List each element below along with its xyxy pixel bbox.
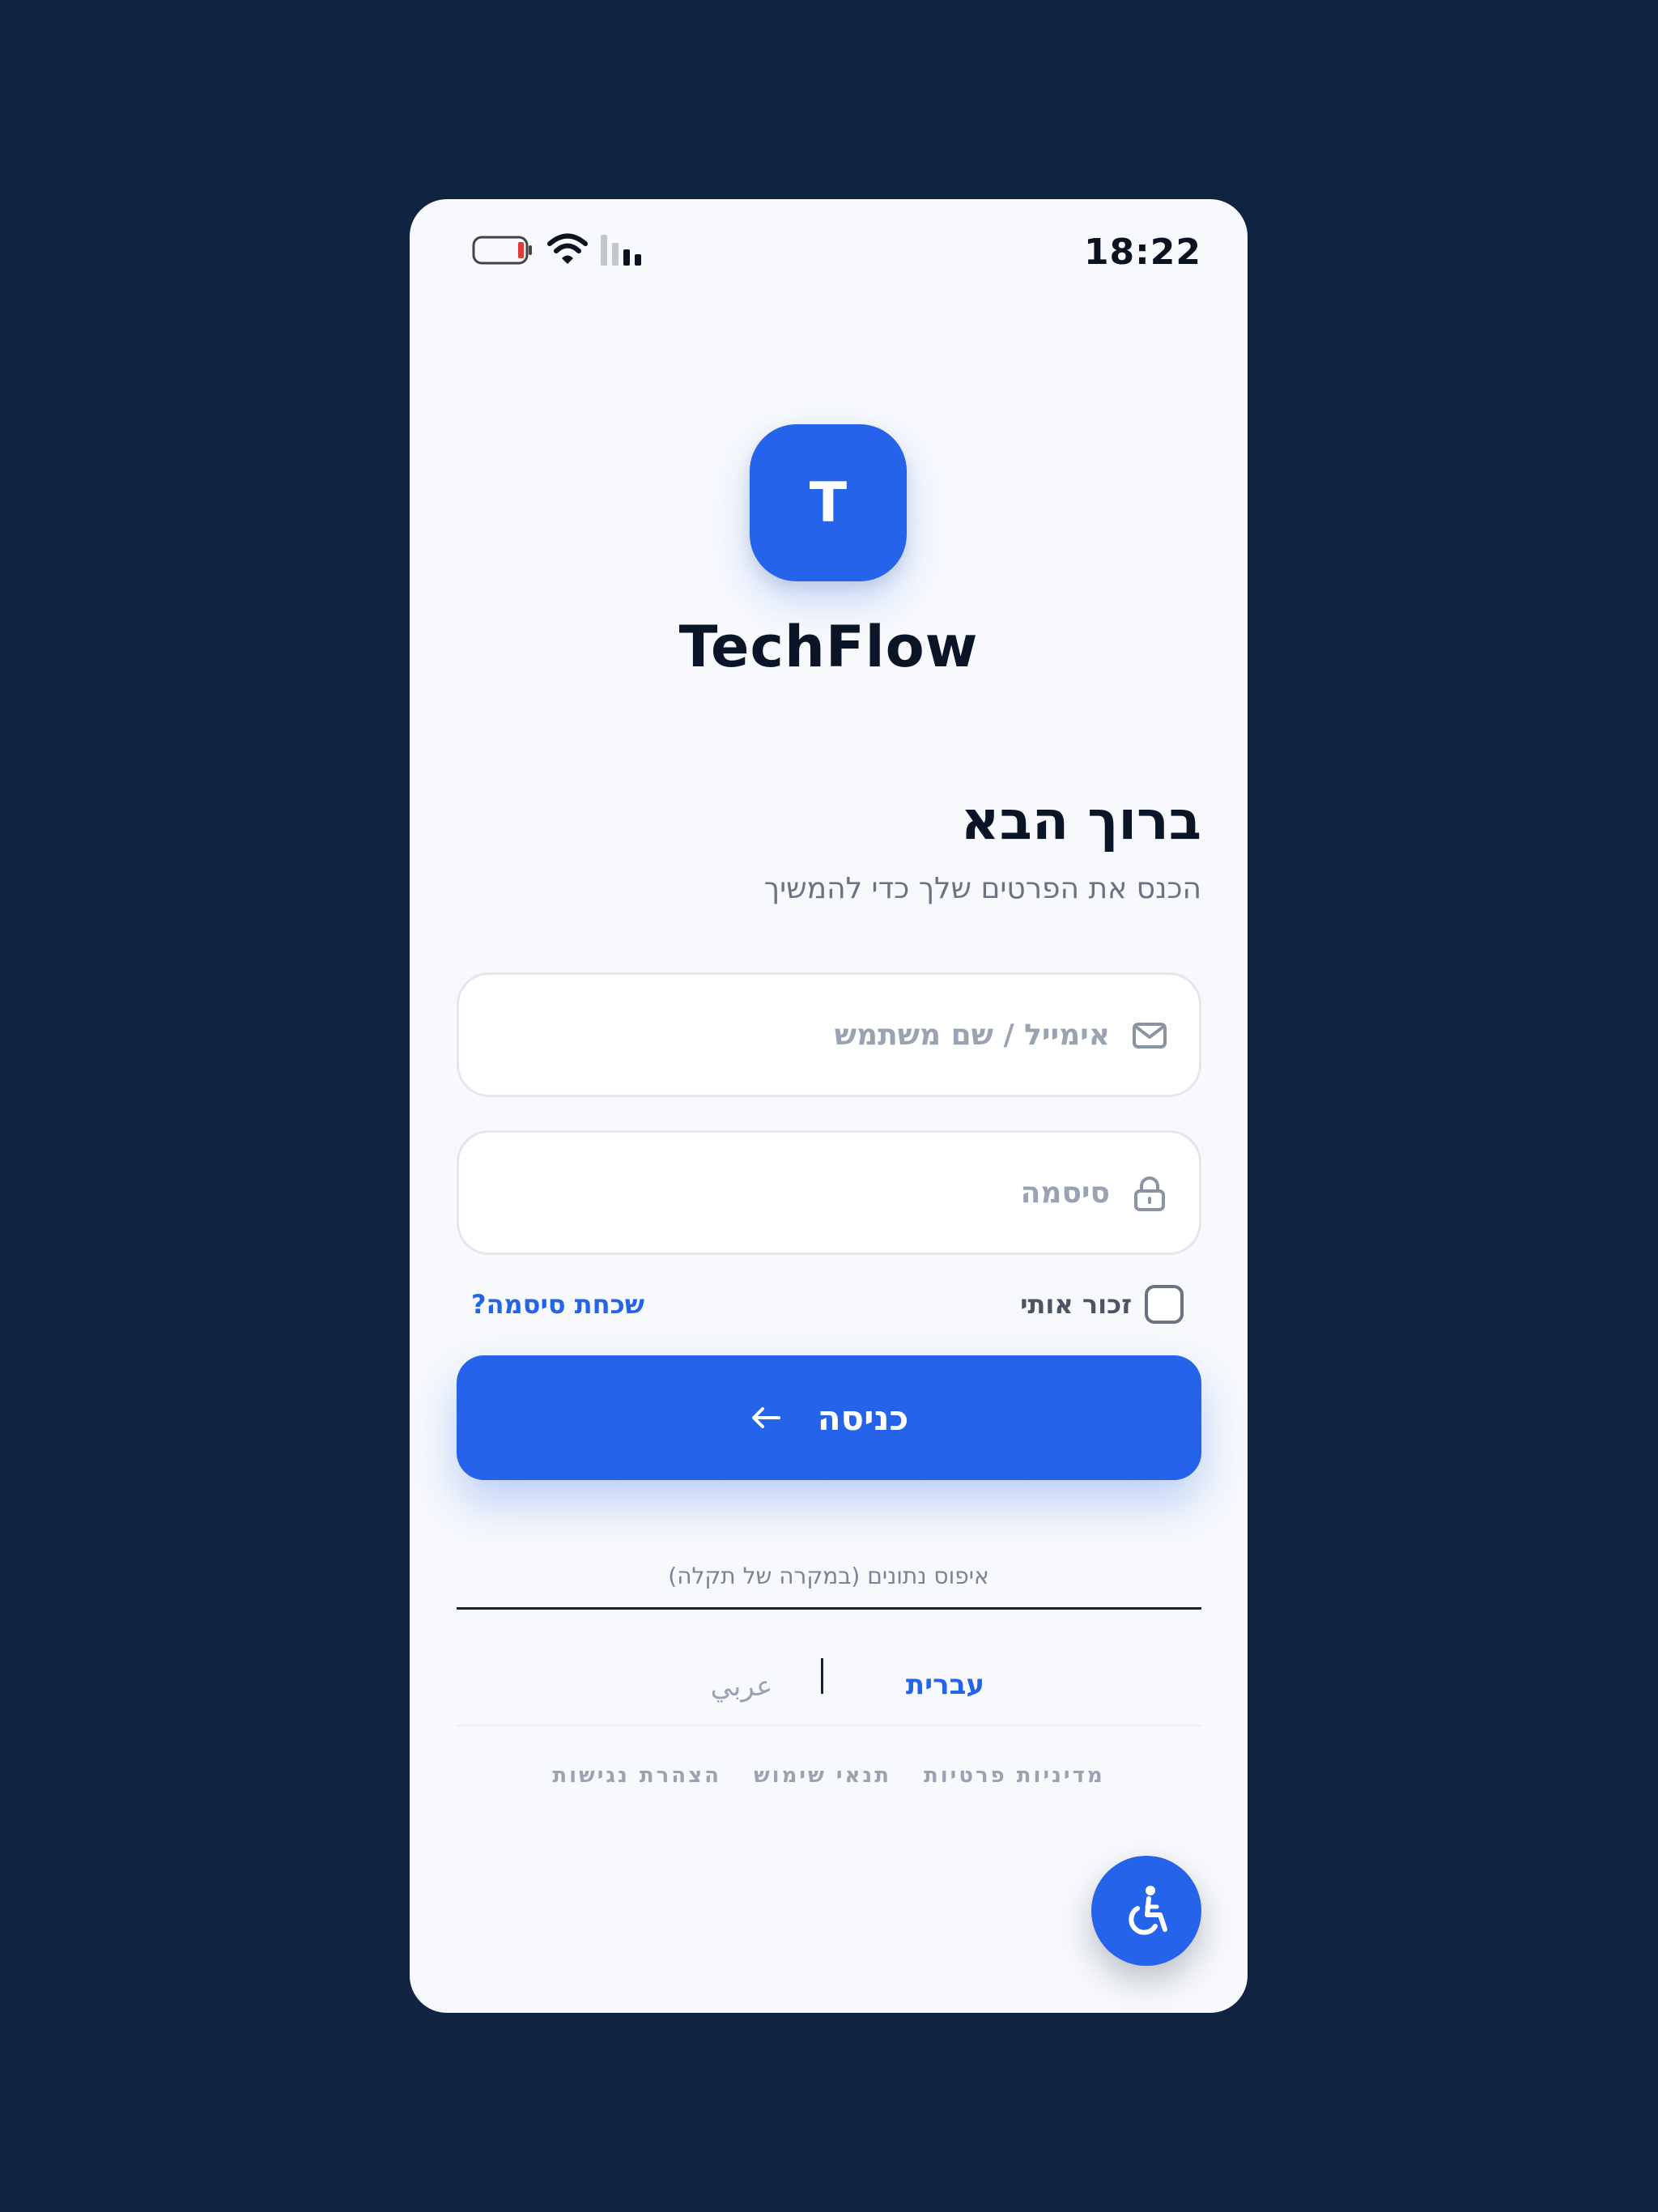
- divider: [457, 1725, 1201, 1726]
- remember-me-label[interactable]: זכור אותי: [928, 1284, 1132, 1325]
- password-input[interactable]: [478, 1133, 1110, 1253]
- wifi-icon: [547, 233, 588, 264]
- forgot-password-link[interactable]: שכחת סיסמה?: [471, 1284, 730, 1325]
- login-button[interactable]: כניסה: [457, 1355, 1201, 1480]
- welcome-subtitle: הכנס את הפרטים שלך כדי להמשיך: [763, 872, 1201, 905]
- footer-links: מדיניות פרטיות תנאי שימוש הצהרת נגישות: [410, 1755, 1248, 1796]
- app-name: TechFlow: [678, 614, 979, 680]
- email-field: [457, 972, 1201, 1097]
- email-input[interactable]: [478, 975, 1110, 1095]
- terms-of-use-link[interactable]: תנאי שימוש: [754, 1755, 891, 1796]
- language-hebrew[interactable]: עברית: [839, 1657, 984, 1713]
- lock-icon: [1134, 1176, 1165, 1211]
- password-field: [457, 1130, 1201, 1255]
- privacy-policy-link[interactable]: מדיניות פרטיות: [924, 1755, 1105, 1796]
- language-separator: [821, 1658, 823, 1694]
- wheelchair-icon: [1129, 1886, 1167, 1935]
- login-screen: 18:22 T TechFlow ברוך הבא הכנס את הפרטים…: [410, 199, 1248, 2013]
- language-arabic[interactable]: عربي: [677, 1658, 806, 1715]
- divider: [457, 1607, 1201, 1610]
- accessibility-button[interactable]: [1091, 1856, 1201, 1966]
- reset-data-link[interactable]: איפוס נתונים (במקרה של תקלה): [410, 1556, 1248, 1597]
- status-time: 18:22: [1083, 232, 1201, 273]
- cellular-signal-icon: [601, 235, 641, 266]
- accessibility-statement-link[interactable]: הצהרת נגישות: [552, 1755, 721, 1796]
- logo-letter: T: [809, 470, 848, 535]
- battery-icon: [472, 236, 532, 265]
- login-button-label: כניסה: [817, 1397, 909, 1438]
- mail-icon: [1133, 1023, 1167, 1049]
- app-logo: T: [750, 424, 907, 581]
- welcome-title: ברוך הבא: [960, 789, 1201, 852]
- remember-me-checkbox[interactable]: [1145, 1285, 1184, 1324]
- arrow-left-icon: [751, 1407, 780, 1428]
